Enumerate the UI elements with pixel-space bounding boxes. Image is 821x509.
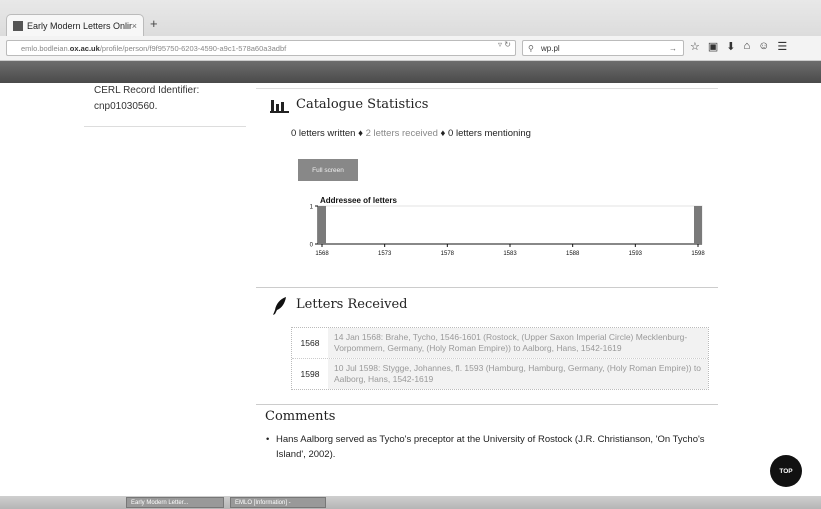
bar-chart-icon <box>270 100 289 113</box>
url-domain: ox.ac.uk <box>69 44 100 53</box>
clipboard-icon[interactable]: ▣ <box>708 40 718 53</box>
taskbar-item[interactable]: Early Modern Letter... <box>126 497 224 508</box>
letter-year: 1568 <box>300 338 320 348</box>
chart-x-tick-label: 1593 <box>629 251 643 257</box>
letter-link[interactable]: 14 Jan 1568: Brahe, Tycho, 1546-1601 (Ro… <box>328 328 708 358</box>
stats-summary: 0 letters written ♦ 2 letters received ♦… <box>291 128 531 139</box>
quill-feather-icon <box>273 297 286 315</box>
addressee-chart: Addressee of letters 0 1 1568 1573 1578 1583 15… <box>310 196 706 257</box>
back-to-top-button[interactable]: TOP <box>770 455 802 487</box>
letters-table: 1568 14 Jan 1568: Brahe, Tycho, 1546-160… <box>291 327 709 390</box>
chart-y-tick-label: 0 <box>310 243 314 249</box>
letter-year: 1598 <box>300 369 320 379</box>
search-value: wp.pl <box>541 44 560 53</box>
chart-bar <box>318 206 326 244</box>
chart-y-tick-label: 1 <box>310 205 314 211</box>
search-go-icon[interactable]: → <box>669 41 677 57</box>
new-tab-button[interactable]: + <box>150 16 158 31</box>
comment-text: Hans Aalborg served as Tycho's preceptor… <box>276 434 705 460</box>
os-taskbar: Early Modern Letter... EMLO [Information… <box>0 496 821 509</box>
chart-bar <box>694 206 702 244</box>
letters-received-link[interactable]: 2 letters received <box>366 128 438 139</box>
browser-tab[interactable]: Early Modern Letters Onlin... × <box>6 14 144 36</box>
search-input[interactable]: ⚲ wp.pl → <box>522 40 684 56</box>
menu-icon[interactable]: ☰ <box>777 40 787 53</box>
site-header-band <box>0 61 821 83</box>
cerl-record: CERL Record Identifier: cnp01030560. <box>94 83 199 115</box>
top-divider <box>256 88 718 89</box>
home-icon[interactable]: ⌂ <box>744 40 751 53</box>
page-favicon-icon <box>13 20 23 31</box>
close-tab-icon[interactable]: × <box>132 21 137 31</box>
toolbar-icons: ☆ ▣ ⬇ ⌂ ☺ ☰ <box>690 40 787 53</box>
stats-divider <box>256 287 718 288</box>
reload-icon[interactable]: ▿ ↻ <box>498 40 511 49</box>
browser-tab-bar: Early Modern Letters Onlin... × + <box>0 0 821 36</box>
comment-item: • Hans Aalborg served as Tycho's precept… <box>266 432 716 462</box>
chart-x-tick-label: 1578 <box>441 251 455 257</box>
full-screen-button[interactable]: Full screen <box>298 159 358 181</box>
letters-written: 0 letters written <box>291 128 356 139</box>
chart-x-tick-label: 1588 <box>566 251 580 257</box>
chart-plot-frame <box>317 205 703 245</box>
chat-icon[interactable]: ☺ <box>758 40 769 53</box>
received-heading: Letters Received <box>296 297 408 312</box>
bookmark-star-icon[interactable]: ☆ <box>690 40 700 53</box>
letters-mentioning: 0 letters mentioning <box>448 128 531 139</box>
url-path: /profile/person/f9f95750-6203-4590-a9c1-… <box>99 44 287 53</box>
received-divider <box>256 404 718 405</box>
address-bar[interactable]: emlo.bodleian.ox.ac.uk/profile/person/f9… <box>6 40 516 56</box>
left-divider <box>84 126 246 127</box>
letter-link[interactable]: 10 Jul 1598: Stygge, Johannes, fl. 1593 … <box>328 359 708 389</box>
table-row: 1568 14 Jan 1568: Brahe, Tycho, 1546-160… <box>292 328 708 359</box>
cerl-value: cnp01030560. <box>94 101 158 112</box>
comments-heading: Comments <box>265 409 336 424</box>
cerl-label: CERL Record Identifier: <box>94 85 200 96</box>
chart-x-tick-label: 1573 <box>378 251 392 257</box>
tab-title: Early Modern Letters Onlin... <box>27 20 132 31</box>
separator-1: ♦ <box>358 128 363 139</box>
search-icon: ⚲ <box>528 44 534 53</box>
chart-x-tick-label: 1598 <box>691 251 705 257</box>
chart-title: Addressee of letters <box>320 196 397 205</box>
chart-x-tick-label: 1583 <box>503 251 517 257</box>
bullet: • <box>266 434 270 445</box>
taskbar-item[interactable]: EMLO [Information] - <box>230 497 326 508</box>
chart-x-tick-label: 1568 <box>315 251 329 257</box>
separator-2: ♦ <box>440 128 446 139</box>
url-prefix: emlo.bodleian. <box>21 44 70 53</box>
table-row: 1598 10 Jul 1598: Stygge, Johannes, fl. … <box>292 359 708 389</box>
download-icon[interactable]: ⬇ <box>726 40 735 53</box>
stats-heading: Catalogue Statistics <box>296 97 429 112</box>
